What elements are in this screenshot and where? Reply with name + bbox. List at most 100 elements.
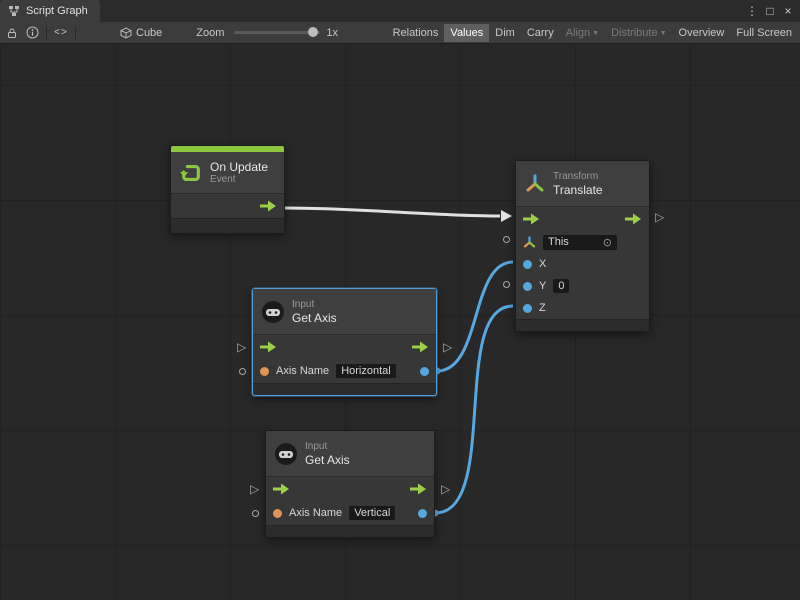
flow-output-port[interactable] (410, 483, 427, 495)
x-input-port[interactable] (523, 260, 532, 269)
getaxis-h-axisname-hotspot[interactable] (239, 368, 246, 375)
port-label-x: X (539, 258, 546, 270)
gamepad-icon (275, 443, 297, 465)
port-row-y: Y 0 (516, 275, 649, 297)
lock-icon[interactable] (2, 24, 22, 42)
flow-input-port[interactable] (273, 483, 290, 495)
toolbar-separator (46, 26, 47, 40)
flow-output-port[interactable] (260, 200, 277, 212)
getaxis-v-flow-in-hotspot[interactable]: ▷ (250, 483, 259, 495)
node-title: Get Axis (292, 311, 337, 325)
toolbar-buttons: Relations Values Dim Carry Align▼ Distri… (387, 24, 798, 42)
values-button[interactable]: Values (444, 24, 489, 42)
flow-input-port[interactable] (523, 213, 540, 225)
chevron-down-icon: ▼ (660, 30, 667, 37)
port-row-axis-name: Axis Name Vertical (266, 501, 434, 525)
on-update-icon (180, 162, 202, 184)
node-subtitle: Event (210, 174, 268, 186)
axis-name-input-port[interactable] (273, 509, 282, 518)
translate-y-hotspot[interactable] (503, 281, 510, 288)
script-graph-window: Script Graph ⋮ □ × <> (0, 0, 800, 600)
chevron-down-icon: ▼ (592, 30, 599, 37)
translate-flow-out-hotspot[interactable]: ▷ (655, 211, 664, 223)
code-view-icon[interactable]: <> (51, 24, 71, 42)
port-row-x: X (516, 253, 649, 275)
tab-label: Script Graph (26, 5, 88, 17)
port-label-y: Y (539, 280, 546, 292)
node-get-axis-horizontal[interactable]: Input Get Axis Axis Name Horizo (252, 288, 437, 396)
flow-wire-arrowhead (501, 210, 512, 222)
port-row-flow (253, 335, 436, 359)
getaxis-v-axisname-hotspot[interactable] (252, 510, 259, 517)
node-footer (266, 525, 434, 537)
y-input-port[interactable] (523, 282, 532, 291)
axis-name-field[interactable]: Horizontal (336, 364, 396, 378)
value-output-port[interactable] (418, 509, 427, 518)
port-row-this: This ⊙ (516, 231, 649, 253)
node-footer (253, 383, 436, 395)
y-value-field[interactable]: 0 (553, 279, 569, 293)
z-input-port[interactable] (523, 304, 532, 313)
overview-button[interactable]: Overview (673, 24, 731, 42)
graph-toolbar: <> Cube Zoom 1x Relations Values Dim Car… (0, 22, 800, 44)
node-header: Input Get Axis (266, 431, 434, 477)
node-header: On Update Event (171, 152, 284, 194)
axis-name-field[interactable]: Vertical (349, 506, 395, 520)
distribute-dropdown[interactable]: Distribute▼ (605, 24, 672, 42)
zoom-label: Zoom (196, 27, 224, 39)
align-dropdown[interactable]: Align▼ (560, 24, 605, 42)
port-row-flow (516, 207, 649, 231)
port-label-z: Z (539, 302, 546, 314)
this-object-field[interactable]: This ⊙ (543, 235, 617, 250)
tab-script-graph[interactable]: Script Graph (0, 0, 100, 22)
node-subtitle: Input (305, 441, 350, 453)
node-title: On Update (210, 160, 268, 174)
dim-button[interactable]: Dim (489, 24, 521, 42)
axis-name-input-port[interactable] (260, 367, 269, 376)
getaxis-v-flow-out-hotspot[interactable]: ▷ (441, 483, 450, 495)
zoom-slider[interactable] (234, 31, 320, 34)
node-translate[interactable]: Transform Translate (515, 160, 650, 332)
carry-button[interactable]: Carry (521, 24, 560, 42)
flow-output-port[interactable] (412, 341, 429, 353)
node-subtitle: Transform (553, 171, 603, 183)
axis-name-label: Axis Name (276, 365, 329, 377)
node-header: Transform Translate (516, 161, 649, 207)
node-get-axis-vertical[interactable]: Input Get Axis Axis Name Vertic (265, 430, 435, 538)
transform-mini-icon (523, 236, 536, 249)
port-row-flow (266, 477, 434, 501)
value-output-port[interactable] (420, 367, 429, 376)
node-on-update[interactable]: On Update Event (170, 145, 285, 234)
cube-icon (120, 27, 132, 39)
port-row-z: Z (516, 297, 649, 319)
transform-icon (525, 174, 545, 194)
flow-input-port[interactable] (260, 341, 277, 353)
getaxis-h-flow-out-hotspot[interactable]: ▷ (443, 341, 452, 353)
relations-button[interactable]: Relations (387, 24, 445, 42)
node-title: Get Axis (305, 453, 350, 467)
window-close-button[interactable]: × (780, 4, 796, 18)
object-picker-icon[interactable]: ⊙ (603, 236, 612, 249)
graph-target-breadcrumb[interactable]: Cube (120, 27, 162, 39)
graph-target-label: Cube (136, 27, 162, 39)
flow-output-port[interactable] (625, 213, 642, 225)
gamepad-icon (262, 301, 284, 323)
port-row-flow (171, 194, 284, 218)
node-header: Input Get Axis (253, 289, 436, 335)
zoom-value: 1x (326, 27, 338, 39)
node-title: Translate (553, 183, 603, 197)
window-maximize-button[interactable]: □ (762, 4, 778, 18)
node-footer (171, 218, 284, 233)
info-icon[interactable] (22, 24, 42, 42)
node-footer (516, 319, 649, 331)
window-menu-button[interactable]: ⋮ (744, 4, 760, 18)
window-controls: ⋮ □ × (744, 0, 800, 22)
node-subtitle: Input (292, 299, 337, 311)
axis-name-label: Axis Name (289, 507, 342, 519)
toolbar-separator (75, 26, 76, 40)
fullscreen-button[interactable]: Full Screen (730, 24, 798, 42)
zoom-slider-handle[interactable] (308, 27, 318, 37)
script-graph-icon (8, 5, 20, 17)
translate-this-hotspot[interactable] (503, 236, 510, 243)
getaxis-h-flow-in-hotspot[interactable]: ▷ (237, 341, 246, 353)
